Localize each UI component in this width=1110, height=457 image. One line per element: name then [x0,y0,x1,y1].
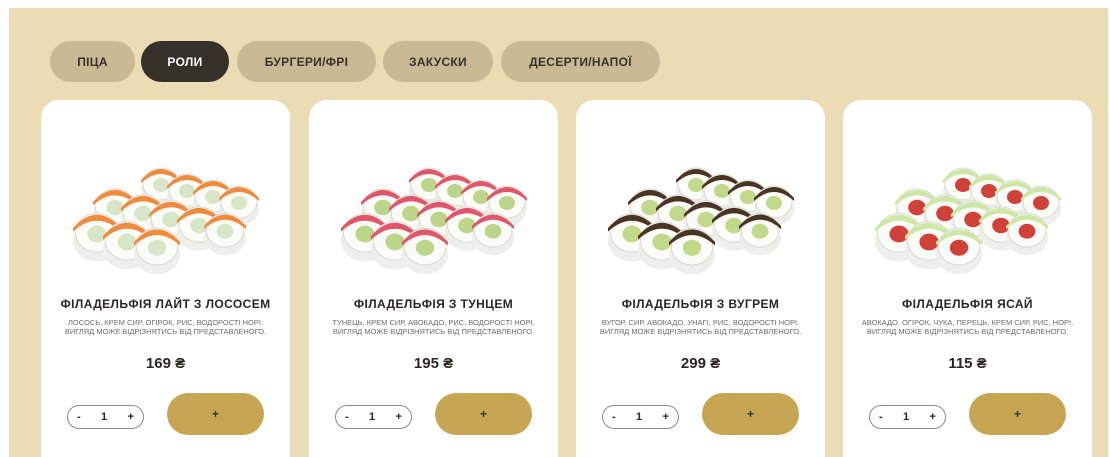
product-name: ФІЛАДЕЛЬФІЯ ЯСАЙ [902,297,1033,311]
product-card: ФІЛАДЕЛЬФІЯ ЯСАЙ АВОКАДО, ОГІРОК, ЧУКА, … [843,100,1092,457]
add-to-cart-button[interactable]: + [167,393,264,435]
increase-button[interactable]: + [930,411,936,423]
product-name: ФІЛАДЕЛЬФІЯ ЛАЙТ З ЛОСОСЕМ [60,297,271,311]
product-card: ФІЛАДЕЛЬФІЯ З ВУГРЕМ ВУГОР, СИР, АВОКАДО… [576,100,825,457]
quantity-value[interactable]: 1 [903,411,909,423]
product-description: АВОКАДО, ОГІРОК, ЧУКА, ПЕРЕЦЬ, КРЕМ СИР,… [861,318,1074,336]
quantity-value[interactable]: 1 [101,411,107,423]
tab-pizza[interactable]: ПІЦА [50,41,135,82]
quantity-value[interactable]: 1 [636,411,642,423]
tab-burgers-fries[interactable]: БУРГЕРИ/ФРІ [237,41,376,82]
add-to-cart-button[interactable]: + [435,393,532,435]
increase-button[interactable]: + [128,411,134,423]
product-card: ФІЛАДЕЛЬФІЯ З ТУНЦЕМ ТУНЕЦЬ, КРЕМ СИР, А… [309,100,558,457]
decrease-button[interactable]: - [612,411,616,423]
product-image[interactable] [309,140,558,290]
decrease-button[interactable]: - [345,411,349,423]
product-name: ФІЛАДЕЛЬФІЯ З ВУГРЕМ [621,297,780,311]
decrease-button[interactable]: - [77,411,81,423]
tab-snacks[interactable]: ЗАКУСКИ [383,41,493,82]
product-price: 195 ₴ [413,355,454,372]
product-image[interactable] [843,140,1092,290]
product-image[interactable] [576,140,825,290]
product-image[interactable] [41,140,290,290]
add-to-cart-button[interactable]: + [969,393,1066,435]
product-name: ФІЛАДЕЛЬФІЯ З ТУНЦЕМ [353,297,514,311]
quantity-stepper: - 1 + [869,405,946,429]
quantity-stepper: - 1 + [67,405,144,429]
quantity-stepper: - 1 + [602,405,679,429]
product-description: ВУГОР, СИР, АВОКАДО, УНАГІ, РИС, ВОДОРОС… [599,318,802,336]
quantity-stepper: - 1 + [335,405,412,429]
decrease-button[interactable]: - [879,411,883,423]
product-description: ЛОСОСЬ, КРЕМ СИР, ОГІРОК, РИС, ВОДОРОСТІ… [64,318,267,336]
quantity-value[interactable]: 1 [369,411,375,423]
tab-rolls[interactable]: РОЛИ [141,41,229,82]
increase-button[interactable]: + [396,411,402,423]
product-price: 115 ₴ [948,355,987,372]
product-price: 299 ₴ [680,355,721,372]
add-to-cart-button[interactable]: + [702,393,799,435]
tab-desserts-drinks[interactable]: ДЕСЕРТИ/НАПОЇ [501,41,660,82]
product-description: ТУНЕЦЬ, КРЕМ СИР, АВОКАДО, РИС, ВОДОРОСТ… [332,318,535,336]
product-card: ФІЛАДЕЛЬФІЯ ЛАЙТ З ЛОСОСЕМ ЛОСОСЬ, КРЕМ … [41,100,290,457]
product-price: 169 ₴ [145,355,186,372]
increase-button[interactable]: + [663,411,669,423]
